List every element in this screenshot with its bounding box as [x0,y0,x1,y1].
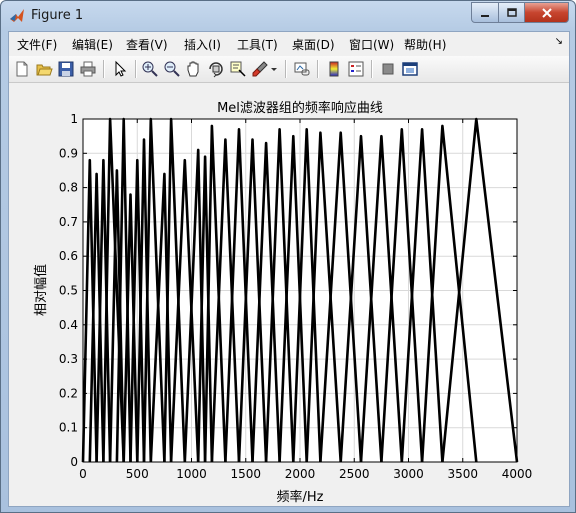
x-tick-label: 3500 [447,467,478,481]
hide-plot-tools-icon[interactable] [379,60,397,78]
show-plot-tools-icon[interactable] [401,60,419,78]
menu-view[interactable]: 查看(V) [126,36,168,53]
window-client: 文件(F) 编辑(E) 查看(V) 插入(I) 工具(T) 桌面(D) 窗口(W… [8,31,570,507]
y-tick-label: 0.1 [59,421,78,435]
link-plot-icon[interactable] [293,60,311,78]
minimize-button[interactable] [471,2,499,23]
minimize-icon [481,14,489,17]
x-tick-label: 0 [79,467,87,481]
y-tick-label: 0.2 [59,386,78,400]
x-axis-label: 频率/Hz [277,489,324,505]
y-tick-label: 0.7 [59,215,78,229]
y-tick-label: 0.9 [59,146,78,160]
brush-icon[interactable] [251,60,269,78]
zoom-in-icon[interactable] [141,60,159,78]
chevron-down-icon[interactable] [269,60,279,78]
zoom-out-icon[interactable] [163,60,181,78]
menu-tools[interactable]: 工具(T) [237,36,278,53]
chart-title: Mel滤波器组的频率响应曲线 [217,100,383,116]
window-title: Figure 1 [31,8,84,23]
menu-insert[interactable]: 插入(I) [184,36,221,53]
print-icon[interactable] [79,60,97,78]
save-icon[interactable] [57,60,75,78]
close-icon [541,7,552,18]
mel-filterbank-chart: 0 500 1000 1500 2000 2500 3000 3500 4000 0 0.1 0.2… [33,100,533,505]
y-tick-label: 0.3 [59,352,78,366]
x-tick-label: 2500 [339,467,370,481]
close-button[interactable] [525,2,569,23]
x-tick-label: 500 [126,467,149,481]
x-tick-label: 1000 [176,467,207,481]
x-tick-label: 2000 [285,467,316,481]
menu-window[interactable]: 窗口(W) [349,36,394,53]
y-axis-label: 相对幅值 [33,264,49,316]
menu-edit[interactable]: 编辑(E) [72,36,113,53]
y-tick-label: 0.8 [59,181,78,195]
new-figure-icon[interactable] [13,60,31,78]
figure-window: Figure 1 文件(F) 编辑(E) 查看(V) 插入(I) 工具(T) 桌… [0,0,576,513]
x-tick-label: 1500 [230,467,261,481]
matlab-logo-icon [10,9,24,22]
y-tick-label: 0 [70,455,78,469]
menu-bar: 文件(F) 编辑(E) 查看(V) 插入(I) 工具(T) 桌面(D) 窗口(W… [9,32,569,56]
edit-plot-arrow-icon[interactable] [111,60,129,78]
x-tick-label: 4000 [502,467,533,481]
y-tick-label: 0.5 [59,284,78,298]
maximize-button[interactable] [499,2,525,23]
y-tick-label: 0.4 [59,318,78,332]
maximize-icon [506,7,517,17]
x-tick-label: 3000 [393,467,424,481]
menu-file[interactable]: 文件(F) [17,36,57,53]
figure-canvas: 0 500 1000 1500 2000 2500 3000 3500 4000 0 0.1 0.2… [9,83,569,506]
data-cursor-icon[interactable] [229,60,247,78]
title-bar[interactable]: Figure 1 [1,1,575,31]
y-tick-label: 0.6 [59,249,78,263]
menu-help[interactable]: 帮助(H) [404,36,446,53]
toolbar [9,56,569,83]
pan-hand-icon[interactable] [185,60,203,78]
rotate-3d-icon[interactable] [207,60,225,78]
menu-desktop[interactable]: 桌面(D) [292,36,335,53]
insert-colorbar-icon[interactable] [325,60,343,78]
open-file-icon[interactable] [35,60,53,78]
y-tick-label: 1 [70,112,78,126]
dock-arrow-icon[interactable]: ↘ [555,36,563,47]
insert-legend-icon[interactable] [347,60,365,78]
